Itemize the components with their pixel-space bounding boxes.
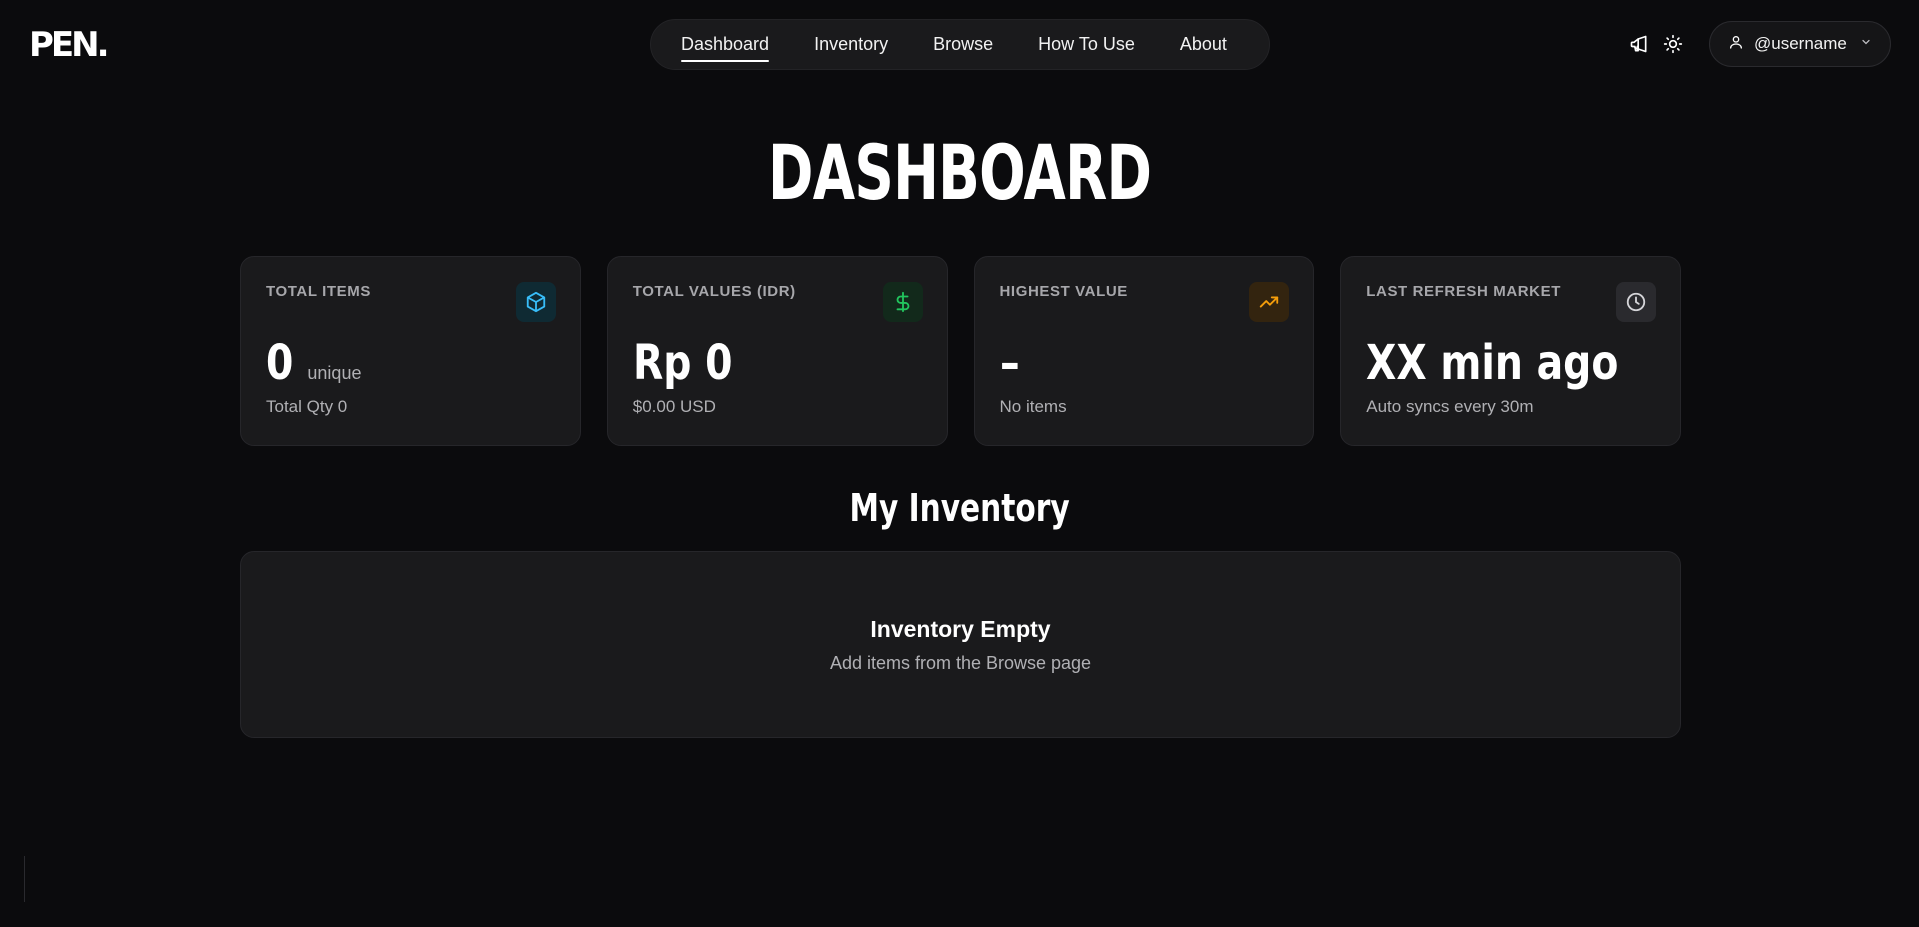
top-header: PEN. Dashboard Inventory Browse How To U… bbox=[0, 0, 1919, 90]
megaphone-icon[interactable] bbox=[1627, 32, 1651, 56]
page-title: DASHBOARD bbox=[768, 128, 1152, 217]
text-cursor-divider bbox=[24, 856, 25, 902]
stat-card-total-values: TOTAL VALUES (IDR) Rp 0 $0.00 USD bbox=[606, 256, 948, 446]
stat-value: 0 bbox=[266, 335, 294, 391]
stat-unit: unique bbox=[307, 363, 362, 383]
nav-item-inventory[interactable]: Inventory bbox=[814, 34, 888, 55]
trending-up-icon bbox=[1249, 282, 1290, 322]
stats-row: TOTAL ITEMS 0 unique Total Qty 0 TOTAL V… bbox=[240, 256, 1681, 446]
stat-label: TOTAL VALUES (IDR) bbox=[632, 283, 796, 300]
chevron-down-icon bbox=[1860, 35, 1872, 53]
cube-icon bbox=[515, 282, 556, 322]
empty-state-subtitle: Add items from the Browse page bbox=[829, 653, 1092, 673]
inventory-panel: Inventory Empty Add items from the Brows… bbox=[240, 551, 1681, 738]
stat-label: TOTAL ITEMS bbox=[266, 283, 371, 300]
header-actions: @username bbox=[1627, 21, 1891, 67]
empty-state-title: Inventory Empty bbox=[870, 616, 1051, 642]
stat-subtext: $0.00 USD bbox=[632, 397, 716, 416]
stat-card-highest-value: HIGHEST VALUE – No items bbox=[973, 256, 1315, 446]
app-logo[interactable]: PEN. bbox=[29, 26, 109, 64]
user-icon bbox=[1728, 34, 1744, 55]
stat-value: XX min ago bbox=[1366, 335, 1619, 391]
stat-subtext: No items bbox=[999, 397, 1067, 416]
clock-icon bbox=[1616, 282, 1656, 322]
user-menu-button[interactable]: @username bbox=[1709, 21, 1891, 67]
username-label: @username bbox=[1754, 34, 1847, 53]
stat-subtext: Total Qty 0 bbox=[266, 397, 348, 416]
main-nav: Dashboard Inventory Browse How To Use Ab… bbox=[650, 19, 1270, 70]
dollar-icon bbox=[882, 282, 923, 322]
stat-card-total-items: TOTAL ITEMS 0 unique Total Qty 0 bbox=[240, 256, 581, 446]
stat-subtext: Auto syncs every 30m bbox=[1366, 397, 1534, 416]
stat-value: – bbox=[999, 335, 1020, 391]
inventory-section-title: My Inventory bbox=[849, 486, 1070, 530]
sun-icon[interactable] bbox=[1661, 32, 1685, 56]
stat-label: HIGHEST VALUE bbox=[999, 283, 1128, 300]
logo-text: PEN. bbox=[29, 25, 109, 65]
nav-item-browse[interactable]: Browse bbox=[933, 34, 993, 55]
stat-value: Rp 0 bbox=[632, 335, 733, 391]
nav-item-how-to-use[interactable]: How To Use bbox=[1038, 34, 1135, 55]
nav-item-about[interactable]: About bbox=[1180, 34, 1227, 55]
stat-card-last-refresh: LAST REFRESH MARKET XX min ago Auto sync… bbox=[1340, 256, 1681, 446]
stat-label: LAST REFRESH MARKET bbox=[1366, 283, 1561, 300]
nav-item-dashboard[interactable]: Dashboard bbox=[681, 34, 770, 62]
